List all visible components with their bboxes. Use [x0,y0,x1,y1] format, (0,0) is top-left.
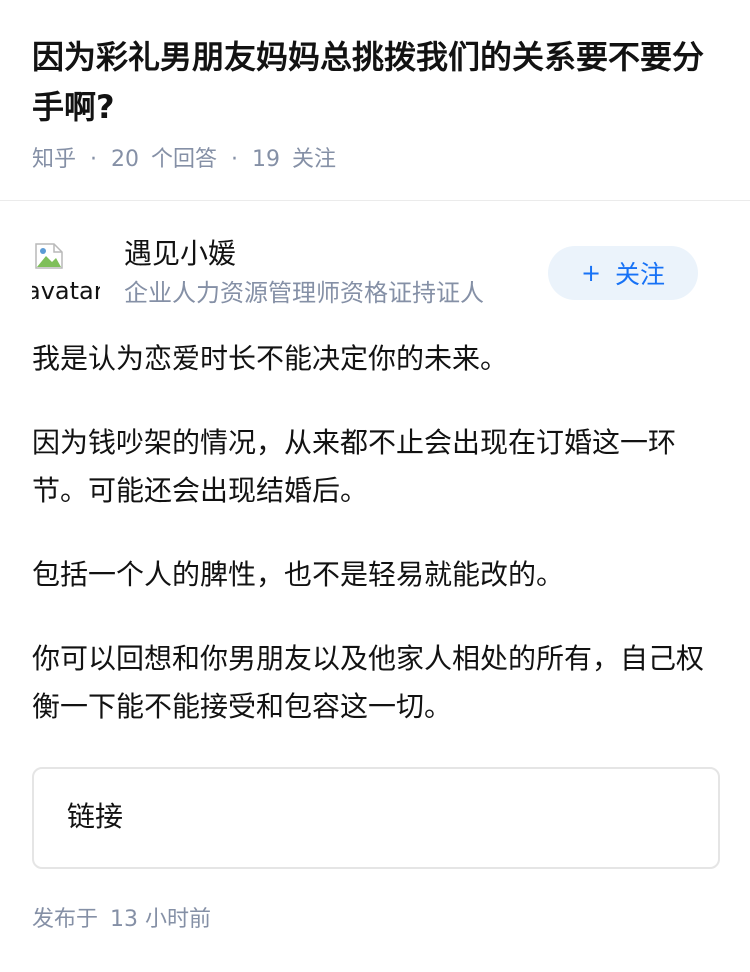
answer-count-unit[interactable]: 个回答 [151,143,217,177]
answer-paragraph: 包括一个人的脾性，也不是轻易就能改的。 [32,558,565,591]
author-bio: 企业人力资源管理师资格证持证人 [124,279,484,307]
published-time-value: 13 小时前 [110,907,212,932]
meta-separator: · [231,147,239,172]
answer-paragraph: 你可以回想和你男朋友以及他家人相处的所有，自己权衡一下能不能接受和包容这一切。 [32,642,705,723]
question-title[interactable]: 因为彩礼男朋友妈妈总挑拨我们的关系要不要分手啊? [32,32,722,132]
follower-count-unit: 关注 [292,147,337,172]
follow-button-label: 关注 [615,260,666,289]
avatar-alt-text: avatar [32,277,100,305]
answer-paragraph: 因为钱吵架的情况，从来都不止会出现在订婚这一环节。可能还会出现结婚后。 [32,426,677,507]
broken-image-icon [35,243,63,269]
question-meta: 知乎 · 20 个回答 · 19 关注 [32,143,336,177]
link-card-label: 链接 [67,800,124,833]
follow-button[interactable]: + 关注 [548,246,698,300]
avatar[interactable]: avatar [32,240,100,308]
divider [0,200,750,201]
meta-separator: · [90,147,98,172]
published-time: 发布于 13 小时前 [32,903,211,937]
link-card[interactable]: 链接 [32,767,720,869]
answer-paragraph: 我是认为恋爱时长不能决定你的未来。 [32,342,509,375]
answer-content: 我是认为恋爱时长不能决定你的未来。 因为钱吵架的情况，从来都不止会出现在订婚这一… [32,335,718,767]
published-label: 发布于 [32,907,99,932]
plus-icon: + [580,259,602,287]
author-name[interactable]: 遇见小媛 [124,236,236,272]
answer-count: 20 [111,147,140,172]
follower-count: 19 [252,147,281,172]
site-name[interactable]: 知乎 [32,143,76,177]
